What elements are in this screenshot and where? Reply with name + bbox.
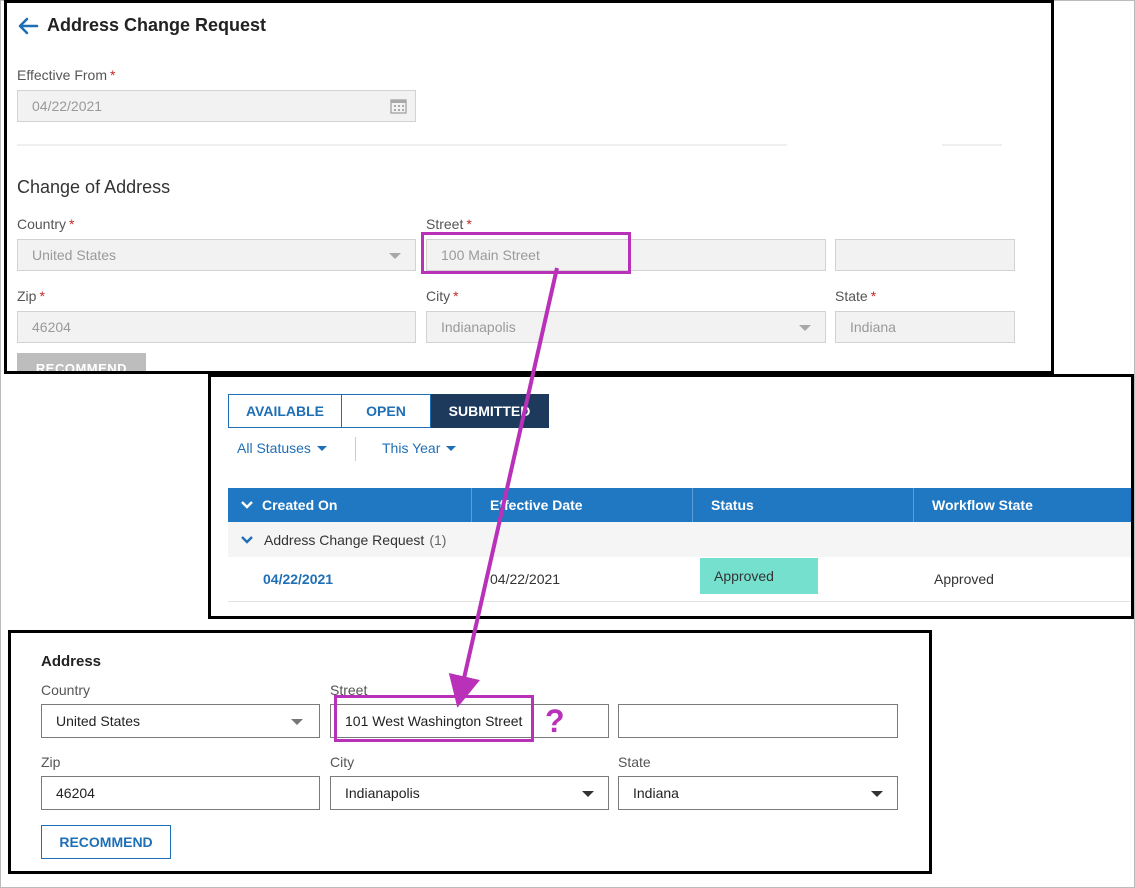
annotation-arrow [448,267,559,708]
annotation-overlay [448,267,559,708]
question-mark-annotation: ? [545,703,565,739]
